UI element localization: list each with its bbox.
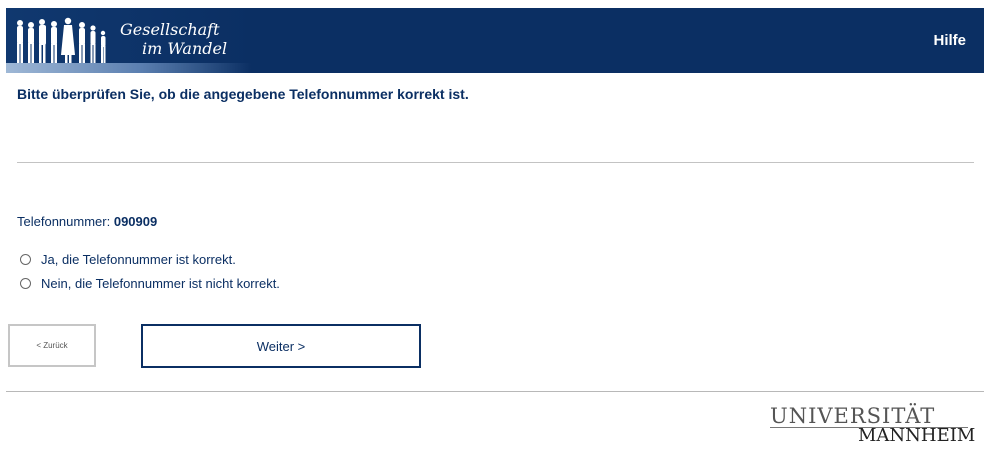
logo-water-reflection [6,63,251,73]
question-text: Bitte überprüfen Sie, ob die angegebene … [17,86,469,102]
phone-number-value: 090909 [113,214,158,229]
project-logo-text: Gesellschaft im Wandel [116,20,227,58]
logo-line-2: im Wandel [142,39,228,58]
people-silhouettes-icon [17,17,106,63]
phone-number-label: Telefonnummer: [17,214,111,229]
university-mannheim-logo: UNIVERSITÄT MANNHEIM [770,404,975,446]
project-logo: Gesellschaft im Wandel [6,8,251,73]
next-button[interactable]: Weiter > [141,324,421,368]
university-logo-line-2: MANNHEIM [858,425,976,446]
phone-number-display: Telefonnummer: 090909 [17,214,157,229]
back-button[interactable]: < Zurück [8,324,96,367]
radio-button-no[interactable] [20,278,31,289]
radio-option-no-label[interactable]: Nein, die Telefonnummer ist nicht korrek… [41,276,280,291]
radio-option-yes[interactable]: Ja, die Telefonnummer ist korrekt. [20,252,236,267]
divider [17,162,974,163]
logo-line-1: Gesellschaft [120,20,220,39]
footer-divider [6,391,984,392]
radio-button-yes[interactable] [20,254,31,265]
header-bar: Gesellschaft im Wandel Hilfe [6,8,984,73]
radio-option-no[interactable]: Nein, die Telefonnummer ist nicht korrek… [20,276,280,291]
help-link[interactable]: Hilfe [933,32,966,49]
radio-option-yes-label[interactable]: Ja, die Telefonnummer ist korrekt. [41,252,236,267]
